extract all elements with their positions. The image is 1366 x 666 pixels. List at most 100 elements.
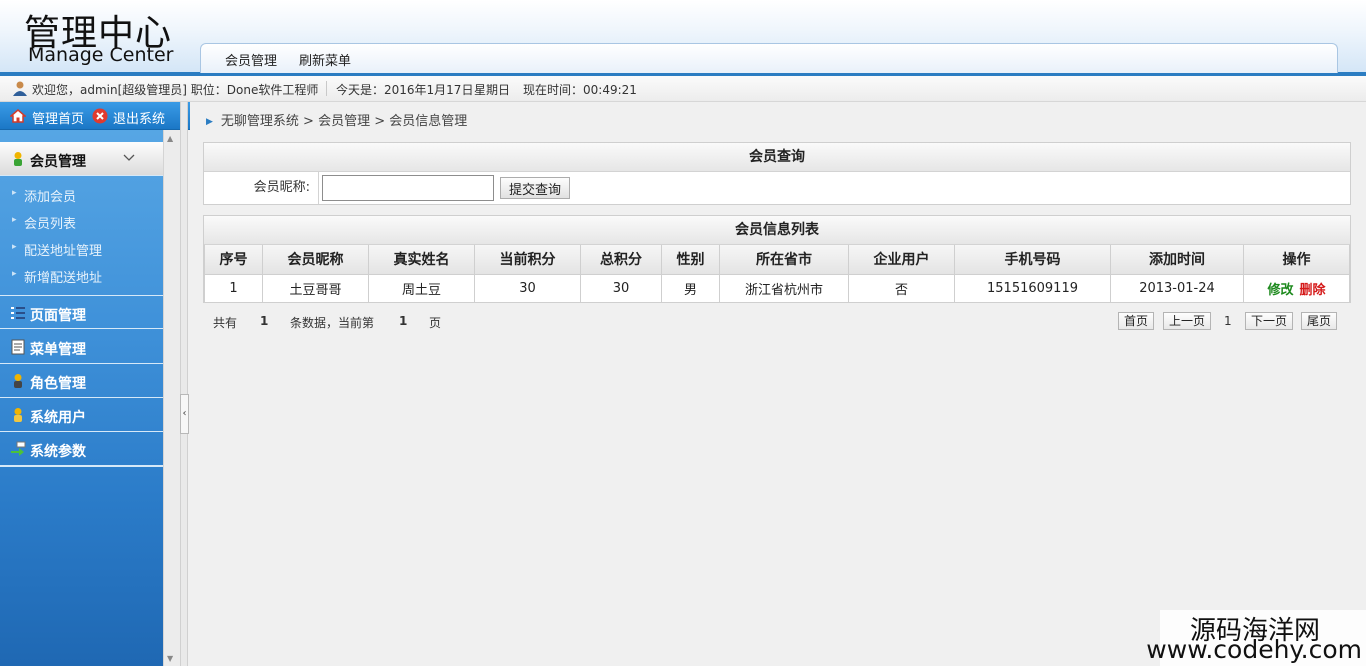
column-header: 所在省市: [719, 245, 849, 275]
menu-member-management[interactable]: 会员管理: [0, 142, 163, 176]
user-icon: [14, 408, 22, 422]
divider: [0, 466, 163, 467]
sidebar-item-member-list[interactable]: ▸ 会员列表: [0, 208, 163, 234]
logo-title-en: Manage Center: [28, 44, 174, 66]
divider: [326, 81, 327, 96]
weekday: 星期日: [474, 83, 511, 97]
nickname-search-input[interactable]: [322, 175, 494, 201]
bullet-icon: ▸: [12, 242, 17, 252]
first-page-button[interactable]: 首页: [1118, 312, 1155, 330]
menu-system-params[interactable]: 系统参数: [0, 432, 163, 466]
menu-role-management[interactable]: 角色管理: [0, 364, 163, 398]
menu-label: 页面管理: [30, 308, 86, 324]
cell-no: 1: [204, 273, 263, 303]
edit-link[interactable]: 修改: [1267, 283, 1293, 298]
menu-page-management[interactable]: 页面管理: [0, 295, 163, 329]
pager-suffix: 页: [429, 316, 442, 330]
table-header-row: 序号 会员昵称 真实姓名 当前积分 总积分 性别 所在省市 企业用户 手机号码 …: [204, 245, 1350, 275]
breadcrumb-arrow-icon: ▶: [206, 117, 213, 127]
member-list-panel: 会员信息列表 序号 会员昵称 真实姓名 当前积分 总积分 性别 所在省市 企业用…: [203, 215, 1351, 303]
sidebar-item-new-address[interactable]: ▸ 新增配送地址: [0, 262, 163, 288]
member-icon: [14, 152, 22, 166]
pager-total-count: 1: [260, 314, 269, 328]
column-header: 手机号码: [954, 245, 1111, 275]
pager-current-page: 1: [1224, 314, 1232, 328]
logout-icon: [92, 108, 108, 124]
sidebar: 管理首页 退出系统 会员管理 ▸ 添加会员 ▸ 会员列表 ▸ 配送地址管理 ▸ …: [0, 102, 190, 666]
menu-menu-management[interactable]: 菜单管理: [0, 330, 163, 364]
search-row: 会员昵称: 提交查询: [204, 172, 1350, 204]
member-table: 序号 会员昵称 真实姓名 当前积分 总积分 性别 所在省市 企业用户 手机号码 …: [204, 245, 1350, 303]
scroll-up-icon[interactable]: ▲: [167, 134, 173, 143]
bullet-icon: ▸: [12, 215, 17, 225]
sidebar-scrollbar[interactable]: ▲ ▼: [163, 130, 180, 666]
today-date: 今天是：2016年1月17日: [336, 83, 474, 97]
column-header: 总积分: [580, 245, 662, 275]
delete-link[interactable]: 删除: [1300, 283, 1326, 298]
pagination: 共有 1 条数据，当前第 1 页 首页 上一页 1 下一页 尾页: [203, 312, 1351, 332]
menu-label: 系统参数: [30, 444, 86, 460]
logout-link[interactable]: 退出系统: [113, 108, 165, 127]
column-header: 会员昵称: [262, 245, 369, 275]
search-panel: 会员查询 会员昵称: 提交查询: [203, 142, 1351, 205]
scroll-down-icon[interactable]: ▼: [167, 654, 173, 663]
sub-label: 配送地址管理: [24, 244, 103, 259]
watermark: 源码海洋网 www.codehy.com: [1146, 610, 1366, 666]
last-page-button[interactable]: 尾页: [1301, 312, 1338, 330]
cell-total-points: 30: [580, 273, 662, 303]
bullet-icon: ▸: [12, 269, 17, 279]
top-nav-member-management[interactable]: 会员管理: [225, 50, 277, 69]
column-header: 添加时间: [1110, 245, 1244, 275]
submit-search-button[interactable]: 提交查询: [500, 177, 570, 199]
header-banner: 管理中心 Manage Center 会员管理 刷新菜单: [0, 0, 1366, 76]
sub-label: 新增配送地址: [24, 271, 103, 286]
menu-label: 会员管理: [30, 154, 86, 170]
column-header: 企业用户: [848, 245, 955, 275]
sidebar-splitter[interactable]: ‹: [180, 102, 189, 666]
top-nav-refresh-menu[interactable]: 刷新菜单: [299, 50, 351, 69]
watermark-url: www.codehy.com: [1146, 635, 1362, 664]
menu-doc-icon: [11, 339, 25, 355]
menu-label: 菜单管理: [30, 342, 86, 358]
nickname-label: 会员昵称:: [204, 172, 319, 204]
params-icon: [11, 441, 26, 456]
sidebar-item-address-management[interactable]: ▸ 配送地址管理: [0, 235, 163, 261]
column-header: 序号: [204, 245, 263, 275]
current-time: 现在时间：00:49:21: [523, 83, 637, 97]
breadcrumb: ▶ 无聊管理系统 > 会员管理 > 会员信息管理: [206, 110, 467, 129]
menu-label: 角色管理: [30, 376, 86, 392]
sub-label: 添加会员: [24, 190, 77, 205]
chevron-down-icon: [123, 154, 135, 161]
cell-nickname: 土豆哥哥: [262, 273, 369, 303]
cell-company-user: 否: [848, 273, 955, 303]
top-nav-bar: 会员管理 刷新菜单: [200, 43, 1338, 73]
home-icon: [10, 109, 26, 123]
member-list-title: 会员信息列表: [204, 216, 1350, 245]
column-header: 真实姓名: [368, 245, 475, 275]
prev-page-button[interactable]: 上一页: [1163, 312, 1212, 330]
breadcrumb-text: 无聊管理系统 > 会员管理 > 会员信息管理: [220, 114, 468, 129]
menu-system-users[interactable]: 系统用户: [0, 398, 163, 432]
cell-points: 30: [474, 273, 581, 303]
next-page-button[interactable]: 下一页: [1245, 312, 1294, 330]
column-header: 操作: [1243, 245, 1350, 275]
table-row: 1 土豆哥哥 周土豆 30 30 男 浙江省杭州市 否 15151609119 …: [204, 273, 1350, 303]
page-list-icon: [11, 307, 25, 319]
column-header: 当前积分: [474, 245, 581, 275]
sidebar-item-add-member[interactable]: ▸ 添加会员: [0, 181, 163, 207]
column-header: 性别: [661, 245, 720, 275]
pager-current-page-text: 1: [399, 314, 408, 328]
bullet-icon: ▸: [12, 188, 17, 198]
cell-gender: 男: [661, 273, 720, 303]
pager-mid-text: 条数据，当前第: [290, 316, 375, 330]
home-link[interactable]: 管理首页: [32, 108, 84, 127]
cell-phone: 15151609119: [954, 273, 1111, 303]
cell-real-name: 周土豆: [368, 273, 475, 303]
user-info-bar: 欢迎您，admin[超级管理员] 职位：Done软件工程师 今天是：2016年1…: [0, 76, 1366, 102]
collapse-sidebar-icon[interactable]: ‹: [180, 394, 189, 434]
search-panel-title: 会员查询: [204, 143, 1350, 172]
pager-total-prefix: 共有: [213, 316, 238, 330]
cell-city: 浙江省杭州市: [719, 273, 849, 303]
cell-actions: 修改 删除: [1243, 273, 1350, 303]
welcome-text: 欢迎您，admin[超级管理员] 职位：Done软件工程师: [32, 83, 319, 97]
